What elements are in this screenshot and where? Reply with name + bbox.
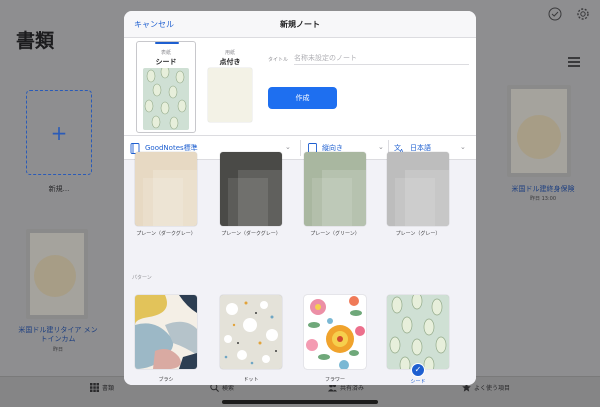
gear-icon[interactable] [576, 7, 590, 21]
template-label: ブラシ [158, 377, 174, 383]
document-thumbnail[interactable] [26, 229, 88, 319]
paper-sub-label: 用紙 [224, 50, 235, 56]
template-thumbnail [304, 152, 366, 226]
template-thumbnail [387, 152, 449, 226]
chevron-down-icon: ⌄ [285, 143, 291, 151]
template-grid: プレーン（ダークグレー） プレーン（ダークグレー） プレーン（グリーン） プレー… [124, 152, 476, 385]
template-thumbnail [304, 295, 366, 369]
template-label: プレーン（ダークグレー） [136, 231, 196, 237]
template-thumbnail [135, 152, 197, 226]
paper-name: 点付き [219, 58, 241, 66]
modal-header: キャンセル 新規ノート [124, 11, 476, 38]
cover-selector[interactable]: 表紙 シード [136, 41, 196, 133]
title-label: タイトル [268, 57, 289, 63]
template-label: シード [410, 379, 426, 385]
paper-thumbnail [208, 68, 252, 122]
template-thumbnail [387, 295, 449, 369]
document-date: 昨日 13:00 [530, 196, 556, 202]
template-thumbnail [220, 295, 282, 369]
note-settings-panel: 表紙 シード 用紙 点付き タイトル 作成 [124, 38, 476, 136]
new-document-button[interactable]: + [26, 90, 92, 175]
cover-sub-label: 表紙 [160, 50, 171, 56]
template-label: プレーン（グリーン） [310, 231, 360, 237]
cover-name: シード [155, 58, 177, 66]
paper-selector[interactable]: 用紙 点付き [204, 41, 256, 133]
template-label: フラワー [324, 377, 345, 383]
document-title[interactable]: 米国ドル建終身保険 [500, 185, 586, 194]
page-title: 書類 [16, 30, 55, 52]
new-note-modal: キャンセル 新規ノート 表紙 シード 用紙 点付き タイトル 名称未設定のノート… [124, 11, 476, 385]
checkmark-circle-icon[interactable] [548, 7, 562, 21]
modal-title: 新規ノート [280, 20, 320, 29]
document-title[interactable]: 米国ドル建リタイア メントインカム [18, 326, 98, 344]
document-date: 昨日 [52, 347, 63, 353]
new-document-label: 新規... [48, 185, 70, 193]
template-label: プレーン（ダークグレー） [221, 231, 281, 237]
chevron-down-icon: ⌄ [378, 143, 384, 151]
chevron-down-icon: ⌄ [460, 143, 466, 151]
list-view-icon[interactable] [568, 57, 580, 67]
cover-thumbnail [143, 68, 189, 130]
template-label: プレーン（グレー） [395, 231, 441, 237]
title-input[interactable] [294, 51, 469, 65]
home-indicator [222, 400, 378, 404]
document-thumbnail[interactable] [507, 85, 571, 177]
template-thumbnail [135, 295, 197, 369]
section-label-patterns: パターン [132, 275, 152, 281]
template-label: ドット [243, 377, 259, 383]
create-button[interactable]: 作成 [268, 87, 337, 109]
selected-check-icon: ✓ [411, 363, 425, 377]
selection-indicator [155, 42, 179, 44]
grid-icon [90, 383, 99, 392]
tab-documents[interactable]: 書類 [90, 383, 114, 392]
template-thumbnail [220, 152, 282, 226]
